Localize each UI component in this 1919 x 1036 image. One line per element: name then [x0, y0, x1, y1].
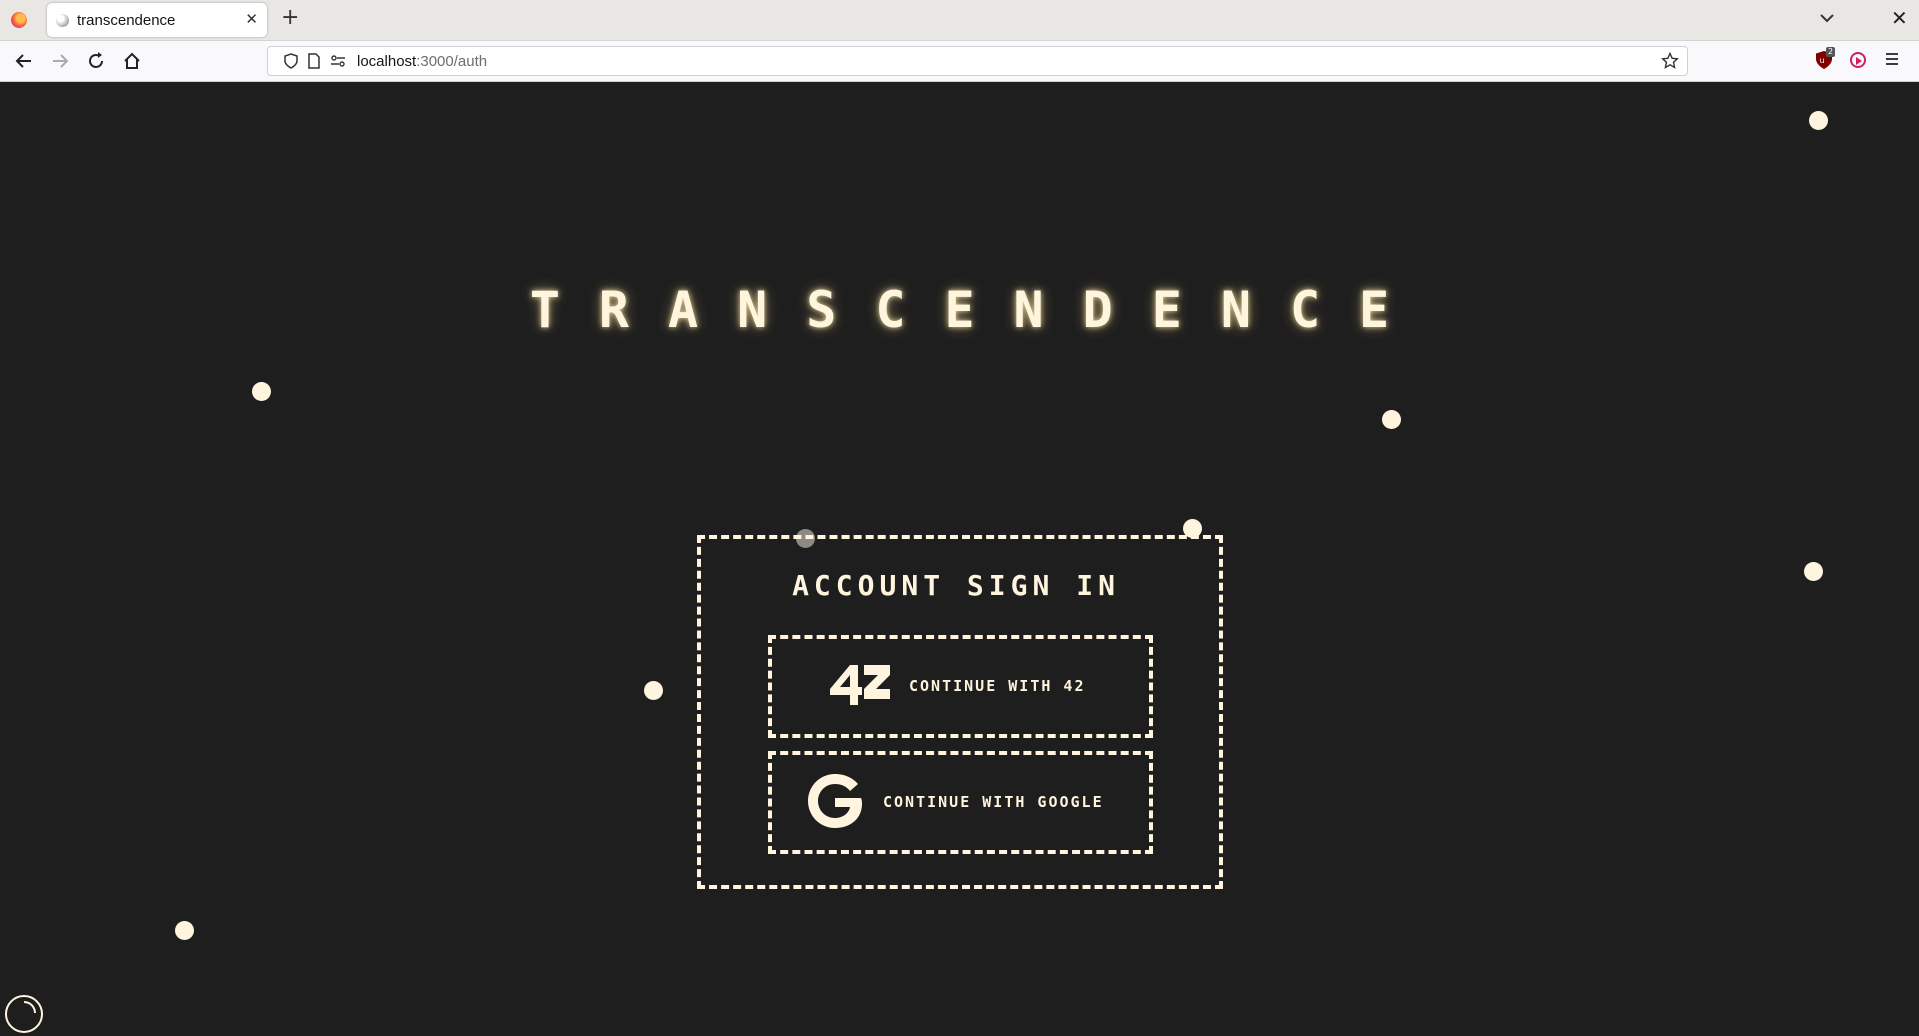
signin-content: ACCOUNT SIGN IN CONTINUE WITH 42 CONTINU…: [697, 535, 1223, 889]
url-text: localhost:3000/auth: [357, 53, 487, 70]
close-tab-icon[interactable]: ✕: [245, 10, 258, 28]
browser-tab[interactable]: transcendence ✕: [47, 3, 267, 37]
page-title: TRANSCENDENCE: [529, 281, 1429, 339]
window-close-icon[interactable]: ✕: [1891, 6, 1908, 30]
video-extension-icon[interactable]: [1850, 52, 1866, 68]
svg-text:u: u: [1820, 56, 1825, 65]
back-arrow-icon[interactable]: [13, 50, 35, 72]
continue-with-google-label: CONTINUE WITH GOOGLE: [883, 793, 1104, 811]
tab-bar: transcendence ✕ + ✕: [0, 0, 1919, 41]
google-logo-icon: [808, 774, 862, 828]
decorative-ball: [252, 382, 271, 401]
signin-heading: ACCOUNT SIGN IN: [792, 569, 1120, 602]
home-icon[interactable]: [121, 50, 143, 72]
continue-with-42-button[interactable]: CONTINUE WITH 42: [768, 635, 1153, 738]
page-icon[interactable]: [306, 53, 322, 69]
decorative-ball: [1382, 410, 1401, 429]
extension-badge: 2: [1826, 47, 1836, 57]
continue-with-google-button[interactable]: CONTINUE WITH GOOGLE: [768, 751, 1153, 854]
tab-title: transcendence: [77, 12, 176, 29]
decorative-ball: [644, 681, 663, 700]
reload-icon[interactable]: [85, 50, 107, 72]
url-host: localhost: [357, 53, 417, 70]
forward-arrow-icon[interactable]: [49, 50, 71, 72]
loading-spinner-icon: [5, 995, 43, 1033]
chevron-down-icon[interactable]: [1818, 9, 1836, 27]
logo-42-icon: [830, 665, 890, 705]
decorative-ball: [1809, 111, 1828, 130]
permissions-icon[interactable]: [330, 53, 346, 69]
firefox-icon[interactable]: [11, 12, 27, 28]
new-tab-button[interactable]: +: [281, 5, 299, 30]
continue-with-42-label: CONTINUE WITH 42: [909, 677, 1086, 695]
bookmark-star-icon[interactable]: [1661, 52, 1679, 70]
shield-icon[interactable]: [283, 53, 299, 69]
favicon-icon: [56, 14, 69, 27]
url-path: :3000/auth: [416, 53, 488, 70]
address-bar[interactable]: localhost:3000/auth: [267, 46, 1688, 76]
decorative-ball: [1804, 562, 1823, 581]
hamburger-menu-icon[interactable]: [1884, 51, 1900, 67]
navigation-bar: localhost:3000/auth u 2: [0, 41, 1919, 82]
decorative-ball: [175, 921, 194, 940]
